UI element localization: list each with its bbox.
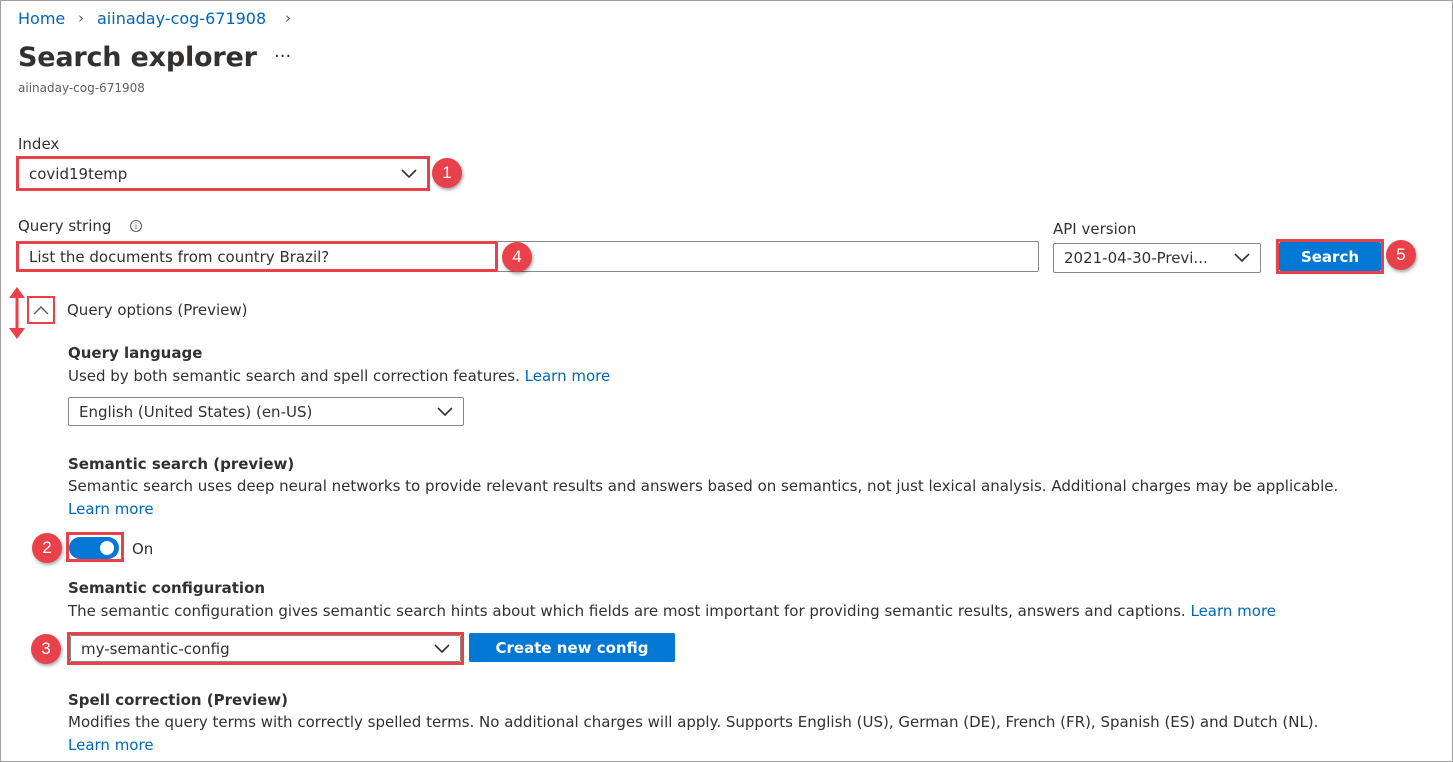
semantic-config-desc-text: The semantic configuration gives semanti… bbox=[68, 602, 1186, 620]
callout-badge: 1 bbox=[432, 158, 462, 188]
query-language-value: English (United States) (en-US) bbox=[79, 402, 313, 421]
learn-more-link[interactable]: Learn more bbox=[525, 367, 611, 385]
query-options-toggle[interactable]: Query options (Preview) bbox=[67, 301, 247, 319]
highlight-box bbox=[16, 156, 430, 191]
query-language-heading: Query language bbox=[68, 344, 203, 362]
page-title: Search explorer bbox=[18, 42, 257, 73]
spell-correction-heading: Spell correction (Preview) bbox=[68, 691, 289, 709]
semantic-search-desc: Semantic search uses deep neural network… bbox=[68, 477, 1339, 495]
callout-badge: 5 bbox=[1386, 240, 1416, 270]
toggle-state-label: On bbox=[132, 540, 154, 558]
callout-badge: 2 bbox=[32, 533, 62, 563]
chevron-down-icon bbox=[437, 406, 453, 416]
api-version-value: 2021-04-30-Previ... bbox=[1064, 249, 1208, 267]
info-icon[interactable]: i bbox=[130, 220, 142, 232]
chevron-right-icon: › bbox=[78, 9, 84, 27]
highlight-box bbox=[16, 241, 498, 272]
highlight-box bbox=[67, 632, 464, 665]
highlight-box bbox=[1276, 239, 1384, 274]
breadcrumb-resource[interactable]: aiinaday-cog-671908 bbox=[97, 9, 266, 28]
page-subtitle: aiinaday-cog-671908 bbox=[18, 81, 145, 95]
query-string-label: Query string bbox=[18, 217, 112, 235]
index-label: Index bbox=[18, 135, 60, 153]
query-language-dropdown[interactable]: English (United States) (en-US) bbox=[68, 397, 464, 426]
spell-correction-desc: Modifies the query terms with correctly … bbox=[68, 713, 1319, 731]
more-options-button[interactable]: ··· bbox=[274, 46, 291, 67]
semantic-search-heading: Semantic search (preview) bbox=[68, 455, 295, 473]
expand-collapse-arrow-icon bbox=[9, 287, 25, 339]
breadcrumb-home[interactable]: Home bbox=[18, 9, 65, 28]
chevron-right-icon: › bbox=[285, 9, 291, 27]
callout-badge: 4 bbox=[502, 242, 532, 272]
create-new-config-button[interactable]: Create new config bbox=[469, 633, 675, 662]
api-version-label: API version bbox=[1053, 220, 1137, 238]
learn-more-link[interactable]: Learn more bbox=[68, 500, 154, 518]
query-language-desc: Used by both semantic search and spell c… bbox=[68, 367, 610, 385]
callout-badge: 3 bbox=[31, 634, 61, 664]
chevron-up-icon[interactable] bbox=[33, 305, 49, 315]
chevron-down-icon bbox=[1234, 253, 1250, 263]
semantic-config-desc: The semantic configuration gives semanti… bbox=[68, 602, 1276, 620]
learn-more-link[interactable]: Learn more bbox=[68, 736, 154, 754]
semantic-config-heading: Semantic configuration bbox=[68, 579, 266, 597]
learn-more-link[interactable]: Learn more bbox=[1190, 602, 1276, 620]
highlight-box bbox=[66, 532, 124, 562]
query-language-desc-text: Used by both semantic search and spell c… bbox=[68, 367, 520, 385]
api-version-dropdown[interactable]: 2021-04-30-Previ... bbox=[1053, 243, 1261, 273]
